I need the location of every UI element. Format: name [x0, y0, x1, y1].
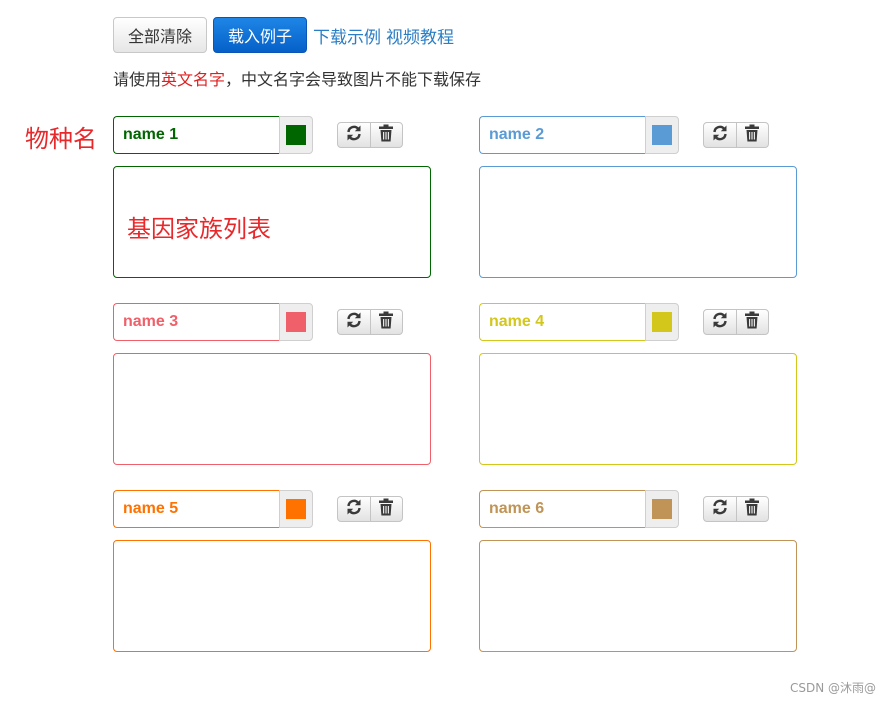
- action-group-2: [703, 122, 769, 148]
- toolbar: 全部清除 载入例子 下载示例 视频教程: [113, 17, 454, 53]
- name-hint: 请使用英文名字，中文名字会导致图片不能下载保存: [113, 66, 481, 90]
- delete-button-3[interactable]: [369, 310, 403, 334]
- species-name-input-1[interactable]: [113, 116, 279, 154]
- trash-icon: [744, 124, 760, 146]
- refresh-icon: [711, 498, 729, 520]
- hint-highlight: 英文名字: [161, 70, 226, 89]
- action-group-1: [337, 122, 403, 148]
- refresh-button-4[interactable]: [704, 310, 736, 334]
- refresh-button-3[interactable]: [338, 310, 370, 334]
- hint-prefix: 请使用: [113, 70, 162, 89]
- species-name-annotation: 物种名: [25, 125, 97, 153]
- trash-icon: [744, 498, 760, 520]
- delete-button-5[interactable]: [369, 497, 403, 521]
- color-picker-6[interactable]: [645, 490, 679, 528]
- color-swatch-6: [652, 499, 672, 519]
- species-block-6: [479, 490, 797, 652]
- refresh-button-6[interactable]: [704, 497, 736, 521]
- action-group-6: [703, 496, 769, 522]
- gene-family-textarea-2[interactable]: [479, 166, 797, 278]
- trash-icon: [378, 311, 394, 333]
- color-swatch-5: [286, 499, 306, 519]
- delete-button-2[interactable]: [735, 123, 769, 147]
- trash-icon: [744, 311, 760, 333]
- video-tutorial-link[interactable]: 视频教程: [386, 23, 454, 48]
- color-picker-3[interactable]: [279, 303, 313, 341]
- species-name-input-3[interactable]: [113, 303, 279, 341]
- refresh-icon: [345, 311, 363, 333]
- gene-family-textarea-1[interactable]: [113, 166, 431, 278]
- watermark: CSDN @沐雨@: [790, 681, 877, 695]
- refresh-button-2[interactable]: [704, 123, 736, 147]
- refresh-icon: [345, 124, 363, 146]
- refresh-button-5[interactable]: [338, 497, 370, 521]
- action-group-4: [703, 309, 769, 335]
- color-swatch-4: [652, 312, 672, 332]
- color-swatch-1: [286, 125, 306, 145]
- delete-button-4[interactable]: [735, 310, 769, 334]
- refresh-icon: [711, 124, 729, 146]
- trash-icon: [378, 124, 394, 146]
- gene-family-textarea-6[interactable]: [479, 540, 797, 652]
- species-block-3: [113, 303, 431, 465]
- species-name-input-6[interactable]: [479, 490, 645, 528]
- species-block-2: [479, 116, 797, 278]
- species-block-5: [113, 490, 431, 652]
- delete-button-1[interactable]: [369, 123, 403, 147]
- delete-button-6[interactable]: [735, 497, 769, 521]
- color-picker-2[interactable]: [645, 116, 679, 154]
- refresh-button-1[interactable]: [338, 123, 370, 147]
- species-name-input-4[interactable]: [479, 303, 645, 341]
- species-block-4: [479, 303, 797, 465]
- gene-family-textarea-4[interactable]: [479, 353, 797, 465]
- download-example-link[interactable]: 下载示例: [313, 23, 381, 48]
- hint-suffix: ，中文名字会导致图片不能下载保存: [225, 70, 482, 89]
- species-block-1: [113, 116, 431, 278]
- clear-all-button[interactable]: 全部清除: [113, 17, 208, 53]
- color-picker-4[interactable]: [645, 303, 679, 341]
- refresh-icon: [345, 498, 363, 520]
- color-picker-5[interactable]: [279, 490, 313, 528]
- gene-family-textarea-3[interactable]: [113, 353, 431, 465]
- action-group-3: [337, 309, 403, 335]
- color-swatch-3: [286, 312, 306, 332]
- action-group-5: [337, 496, 403, 522]
- color-swatch-2: [652, 125, 672, 145]
- load-example-button[interactable]: 载入例子: [213, 17, 308, 53]
- species-name-input-2[interactable]: [479, 116, 645, 154]
- species-name-input-5[interactable]: [113, 490, 279, 528]
- gene-family-textarea-5[interactable]: [113, 540, 431, 652]
- color-picker-1[interactable]: [279, 116, 313, 154]
- trash-icon: [378, 498, 394, 520]
- refresh-icon: [711, 311, 729, 333]
